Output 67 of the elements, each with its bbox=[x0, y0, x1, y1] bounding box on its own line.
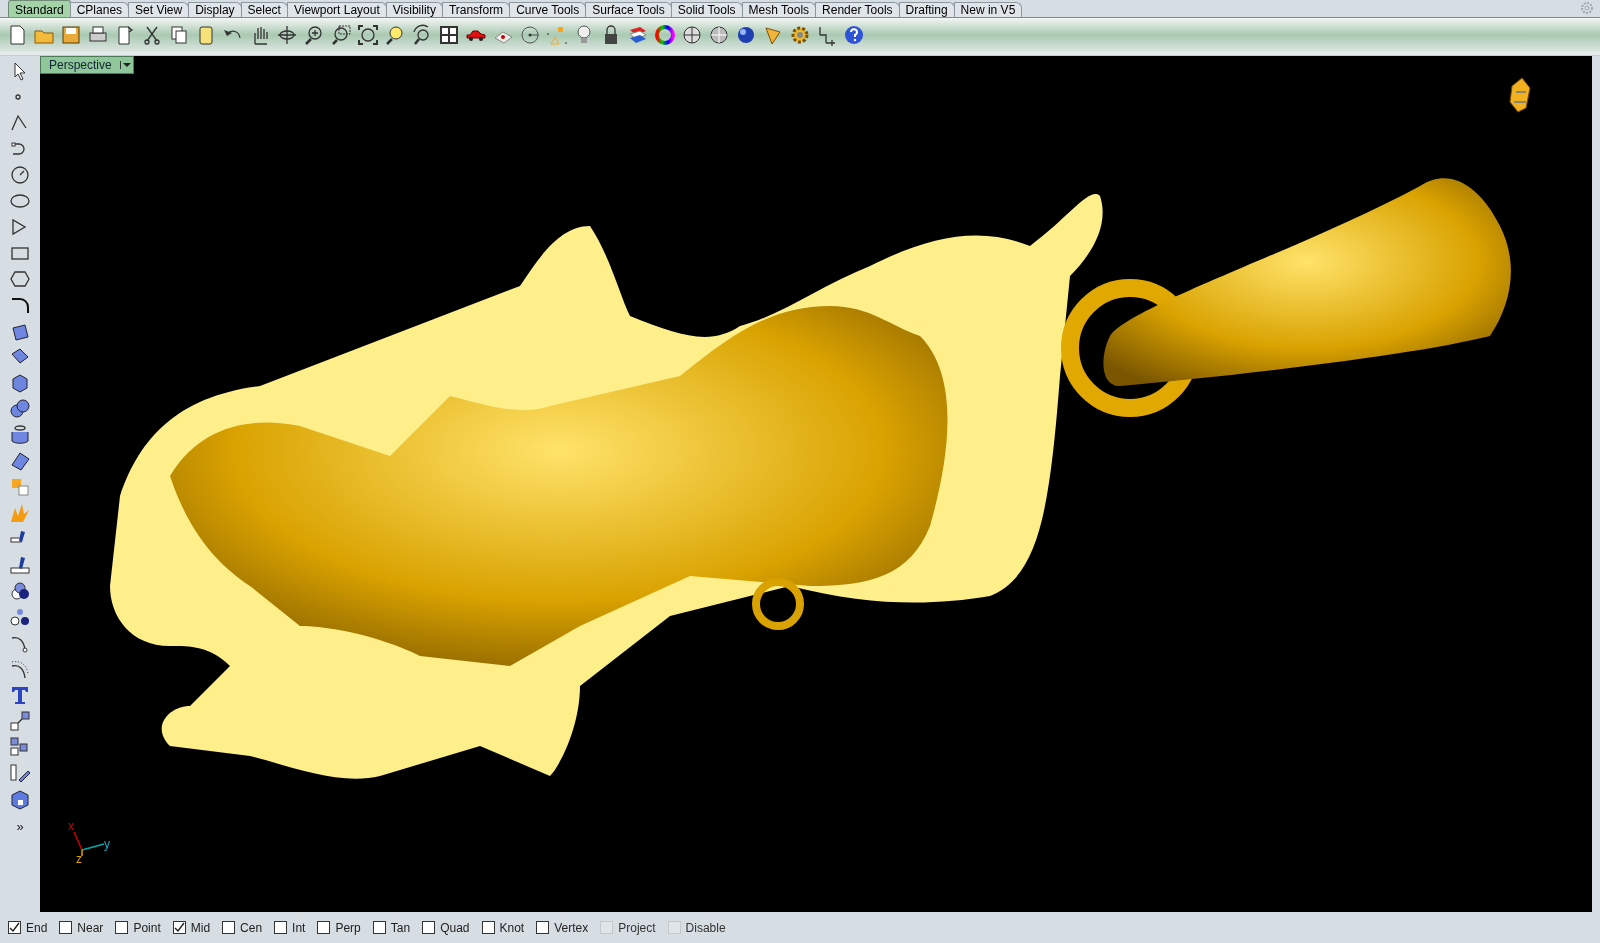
point-circle-icon[interactable] bbox=[519, 24, 541, 46]
toolbar-tab[interactable]: Standard bbox=[8, 0, 71, 17]
dimension-icon[interactable] bbox=[816, 24, 838, 46]
more-tools-button[interactable]: » bbox=[16, 820, 24, 834]
checkmark-icon bbox=[9, 922, 20, 933]
toolbar-tab[interactable]: Transform bbox=[441, 2, 511, 17]
cylinder-icon[interactable] bbox=[9, 424, 31, 446]
polygon-icon[interactable] bbox=[9, 268, 31, 290]
zoom-window-icon[interactable] bbox=[330, 24, 352, 46]
toolbar-tab[interactable]: Drafting bbox=[898, 2, 955, 17]
osnap-checkbox[interactable]: End bbox=[8, 918, 48, 937]
zoom-in-icon[interactable] bbox=[303, 24, 325, 46]
viewport-title-tab[interactable]: Perspective bbox=[40, 56, 134, 74]
toolbar-tab[interactable]: Select bbox=[240, 2, 288, 17]
osnap-checkbox[interactable]: Mid bbox=[172, 918, 211, 937]
wireframe-sphere-icon[interactable] bbox=[681, 24, 703, 46]
toolbar-tab[interactable]: CPlanes bbox=[69, 2, 130, 17]
shaded-sphere-icon[interactable] bbox=[708, 24, 730, 46]
dropdown-caret-icon[interactable] bbox=[122, 61, 131, 69]
offset-curve-icon[interactable] bbox=[9, 658, 31, 680]
gear-icon[interactable] bbox=[789, 24, 811, 46]
checkmark-icon bbox=[173, 922, 185, 933]
scissors-icon[interactable] bbox=[141, 24, 163, 46]
zoom-extents-icon[interactable] bbox=[357, 24, 379, 46]
grid-icon[interactable] bbox=[438, 24, 460, 46]
toolbar-tab[interactable]: Viewport Layout bbox=[286, 2, 387, 17]
axis-label: y bbox=[104, 838, 110, 850]
text-icon[interactable] bbox=[9, 684, 31, 706]
axis-label: x bbox=[68, 820, 74, 832]
osnap-checkbox[interactable]: Vertex bbox=[536, 918, 589, 937]
osnap-checkbox[interactable]: Point bbox=[115, 918, 161, 937]
osnap-checkbox[interactable]: Cen bbox=[222, 918, 263, 937]
save-icon[interactable] bbox=[60, 24, 82, 46]
toolbar-tab[interactable]: Display bbox=[188, 2, 242, 17]
osnap-checkbox[interactable]: Int bbox=[274, 918, 306, 937]
circle-icon[interactable] bbox=[9, 164, 31, 186]
toolbar-tab[interactable]: Set View bbox=[128, 2, 190, 17]
toolbar-tab[interactable]: Render Tools bbox=[815, 2, 900, 17]
toolbar-tab[interactable]: Solid Tools bbox=[670, 2, 743, 17]
osnap-checkbox[interactable]: Perp bbox=[317, 918, 361, 937]
render-sphere-icon[interactable] bbox=[735, 24, 757, 46]
move-axes-icon[interactable] bbox=[276, 24, 298, 46]
toolbar-tab[interactable]: Surface Tools bbox=[585, 2, 672, 17]
osnap-checkbox[interactable]: Knot bbox=[481, 918, 525, 937]
copy-icon[interactable] bbox=[168, 24, 190, 46]
axis-indicator-drawing bbox=[73, 831, 105, 857]
color-wheel-icon[interactable] bbox=[654, 24, 676, 46]
ungroup-circles-icon[interactable] bbox=[9, 606, 31, 628]
solid-box-icon[interactable] bbox=[9, 788, 31, 810]
box-icon[interactable] bbox=[9, 372, 31, 394]
osnap-checkbox[interactable]: Near bbox=[59, 918, 104, 937]
toolbar-tab[interactable]: Mesh Tools bbox=[741, 2, 817, 17]
osnap-checkbox[interactable]: Tan bbox=[372, 918, 411, 937]
spheres-icon[interactable] bbox=[9, 398, 31, 420]
layers-icon[interactable] bbox=[627, 24, 649, 46]
scale-icon[interactable] bbox=[9, 710, 31, 732]
mesh-icon[interactable] bbox=[9, 450, 31, 472]
osnap-checkbox[interactable]: Quad bbox=[422, 918, 470, 937]
help-icon[interactable] bbox=[843, 24, 865, 46]
group-circles-icon[interactable] bbox=[9, 580, 31, 602]
toolbar-tab[interactable]: New in V5 bbox=[953, 2, 1023, 17]
toolbar-tab[interactable]: Visibility bbox=[385, 2, 443, 17]
view-cube-icon bbox=[1509, 77, 1531, 113]
toolbar-tab[interactable]: Curve Tools bbox=[509, 2, 587, 17]
array-icon[interactable] bbox=[9, 736, 31, 758]
zoom-selected-icon[interactable] bbox=[384, 24, 406, 46]
axis-label: z bbox=[76, 853, 82, 865]
